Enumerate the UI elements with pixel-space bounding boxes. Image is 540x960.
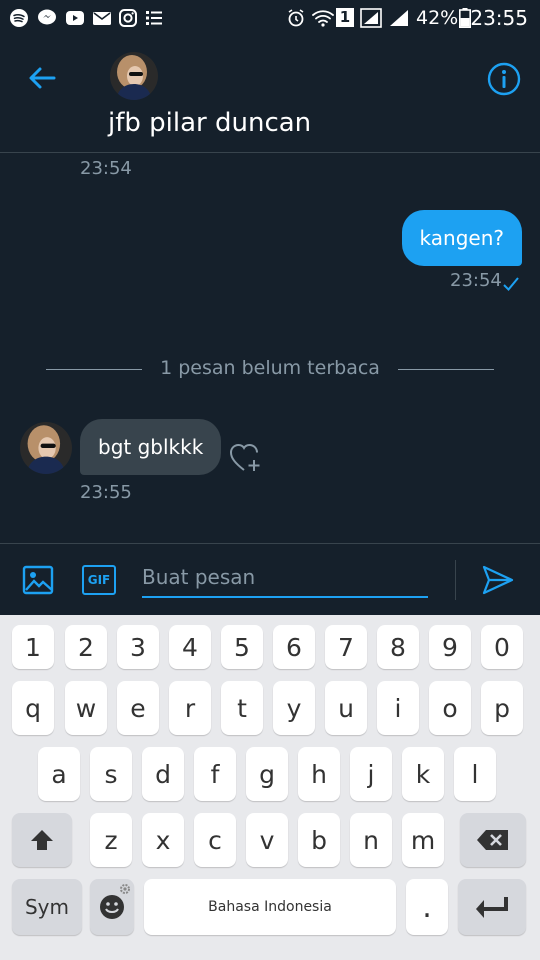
key-5[interactable]: 5 [221,625,263,669]
settings-gear-icon [120,884,130,894]
info-icon[interactable] [487,62,521,96]
message-timestamp: 23:54 [80,158,132,179]
space-key[interactable]: Bahasa Indonesia [144,879,396,935]
key-l[interactable]: l [454,747,496,801]
conversation-header: jfb pilar duncan [0,36,540,153]
key-h[interactable]: h [298,747,340,801]
instagram-icon [119,9,137,27]
key-9[interactable]: 9 [429,625,471,669]
signal-icon [390,10,408,26]
key-4[interactable]: 4 [169,625,211,669]
key-c[interactable]: c [194,813,236,867]
key-i[interactable]: i [377,681,419,735]
message-timestamp: 23:55 [80,482,132,503]
key-k[interactable]: k [402,747,444,801]
key-6[interactable]: 6 [273,625,315,669]
key-q[interactable]: q [12,681,54,735]
image-icon[interactable] [22,564,54,596]
key-f[interactable]: f [194,747,236,801]
key-r[interactable]: r [169,681,211,735]
key-o[interactable]: o [429,681,471,735]
contact-name[interactable]: jfb pilar duncan [108,108,311,138]
spotify-icon [10,9,28,27]
incoming-message[interactable]: bgt gblkkk [80,419,222,475]
message-timestamp: 23:54 [450,270,502,291]
unread-divider-label: 1 pesan belum terbaca [160,357,380,379]
key-z[interactable]: z [90,813,132,867]
unread-divider: 1 pesan belum terbaca [46,354,494,384]
sym-key[interactable]: Sym [12,879,82,935]
key-x[interactable]: x [142,813,184,867]
key-n[interactable]: n [350,813,392,867]
avatar[interactable] [110,52,158,100]
status-time: 23:55 [470,6,528,30]
key-e[interactable]: e [117,681,159,735]
shift-key[interactable] [12,813,72,867]
sim-icon: 1 [336,8,354,27]
key-g[interactable]: g [246,747,288,801]
like-heart-icon[interactable] [228,440,264,474]
keyboard: 1 2 3 4 5 6 7 8 9 0 q w e r t y u i o p … [0,615,540,960]
key-3[interactable]: 3 [117,625,159,669]
message-composer: GIF [0,543,540,616]
avatar[interactable] [20,422,72,474]
shift-icon [31,830,53,850]
signal-icon [360,8,382,28]
key-0[interactable]: 0 [481,625,523,669]
status-bar: 1 42% 23:55 [0,0,540,36]
enter-key[interactable] [458,879,526,935]
outgoing-message[interactable]: kangen? [401,210,522,266]
key-y[interactable]: y [273,681,315,735]
key-8[interactable]: 8 [377,625,419,669]
key-7[interactable]: 7 [325,625,367,669]
alarm-icon [288,9,304,27]
gif-label: GIF [87,573,111,587]
key-1[interactable]: 1 [12,625,54,669]
sent-check-icon [503,277,519,291]
key-t[interactable]: t [221,681,263,735]
mail-icon [93,12,111,25]
youtube-icon [66,11,84,25]
key-s[interactable]: s [90,747,132,801]
wifi-icon [312,10,334,27]
period-key[interactable]: . [406,879,448,935]
key-j[interactable]: j [350,747,392,801]
emoji-icon [100,895,124,919]
key-w[interactable]: w [65,681,107,735]
composer-divider [455,560,456,600]
backspace-icon [477,830,508,850]
battery-icon [459,8,471,28]
message-input[interactable] [142,558,428,598]
enter-icon [476,897,508,918]
key-b[interactable]: b [298,813,340,867]
gif-button[interactable]: GIF [82,565,116,595]
key-u[interactable]: u [325,681,367,735]
key-m[interactable]: m [402,813,444,867]
key-2[interactable]: 2 [65,625,107,669]
messenger-icon [38,9,56,25]
backspace-key[interactable] [460,813,526,867]
key-d[interactable]: d [142,747,184,801]
key-p[interactable]: p [481,681,523,735]
battery-percent: 42% [416,7,459,29]
divider-line [398,369,494,370]
back-arrow-icon[interactable] [26,62,58,94]
list-icon [146,11,162,25]
key-a[interactable]: a [38,747,80,801]
send-icon[interactable] [482,565,514,595]
key-v[interactable]: v [246,813,288,867]
